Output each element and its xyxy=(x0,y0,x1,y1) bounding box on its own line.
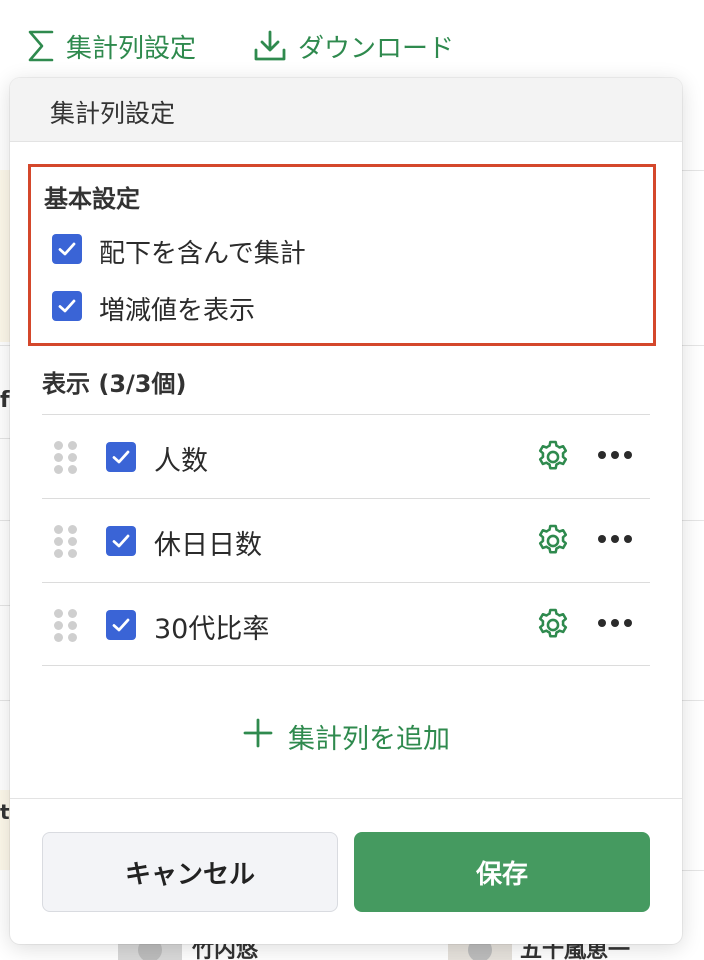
download-button[interactable]: ダウンロード xyxy=(252,26,454,66)
checkmark-icon xyxy=(112,450,130,464)
show-change-label[interactable]: 増減値を表示 xyxy=(99,290,255,327)
plus-icon xyxy=(242,717,274,756)
popover-header: 集計列設定 xyxy=(10,78,682,142)
column-checkbox[interactable] xyxy=(106,526,136,556)
checkmark-icon xyxy=(112,534,130,548)
gear-icon[interactable] xyxy=(534,606,572,644)
gear-icon[interactable] xyxy=(534,438,572,476)
download-icon xyxy=(252,28,288,64)
column-label: 人数 xyxy=(154,446,208,477)
checkmark-icon xyxy=(112,618,130,632)
display-section-title: 表示 (3/3個) xyxy=(42,370,187,398)
add-summary-column-button[interactable]: 集計列を追加 xyxy=(242,714,450,758)
more-options-icon[interactable] xyxy=(598,451,634,461)
popover-title: 集計列設定 xyxy=(50,99,176,128)
footer-divider xyxy=(10,798,682,799)
background-text-fragment: f xyxy=(0,388,10,413)
column-label: 休日日数 xyxy=(154,530,262,561)
background-divider xyxy=(682,170,704,171)
drag-handle-icon[interactable] xyxy=(54,525,78,559)
column-checkbox[interactable] xyxy=(106,610,136,640)
basic-settings-title: 基本設定 xyxy=(44,185,140,213)
background-divider xyxy=(682,870,704,871)
save-button[interactable]: 保存 xyxy=(354,832,650,912)
show-change-checkbox[interactable] xyxy=(52,291,82,321)
basic-settings-section: 基本設定 配下を含んで集計 増減値を表示 xyxy=(28,164,656,346)
column-row: 休日日数 xyxy=(42,498,650,582)
column-label: 30代比率 xyxy=(154,614,270,645)
include-subordinates-checkbox[interactable] xyxy=(52,234,82,264)
background-text-fragment: t xyxy=(0,800,10,824)
background-divider xyxy=(682,520,704,521)
summary-columns-label: 集計列設定 xyxy=(66,33,197,64)
column-row: 30代比率 xyxy=(42,582,650,666)
more-options-icon[interactable] xyxy=(598,535,634,545)
column-row: 人数 xyxy=(42,414,650,498)
column-checkbox[interactable] xyxy=(106,442,136,472)
drag-handle-icon[interactable] xyxy=(54,609,78,643)
download-label: ダウンロード xyxy=(298,33,455,64)
checkmark-icon xyxy=(58,299,76,313)
more-options-icon[interactable] xyxy=(598,619,634,629)
background-divider xyxy=(682,700,704,701)
summary-columns-popover: 集計列設定 基本設定 配下を含んで集計 増減値を表示 表示 (3/3個) 人数 … xyxy=(10,78,682,944)
include-subordinates-label[interactable]: 配下を含んで集計 xyxy=(99,233,306,270)
background-divider xyxy=(682,345,704,346)
summary-columns-button[interactable]: 集計列設定 xyxy=(26,26,196,66)
gear-icon[interactable] xyxy=(534,522,572,560)
drag-handle-icon[interactable] xyxy=(54,441,78,475)
cancel-button[interactable]: キャンセル xyxy=(42,832,338,912)
add-summary-column-label: 集計列を追加 xyxy=(288,723,450,755)
sigma-icon xyxy=(26,29,56,63)
checkmark-icon xyxy=(58,242,76,256)
